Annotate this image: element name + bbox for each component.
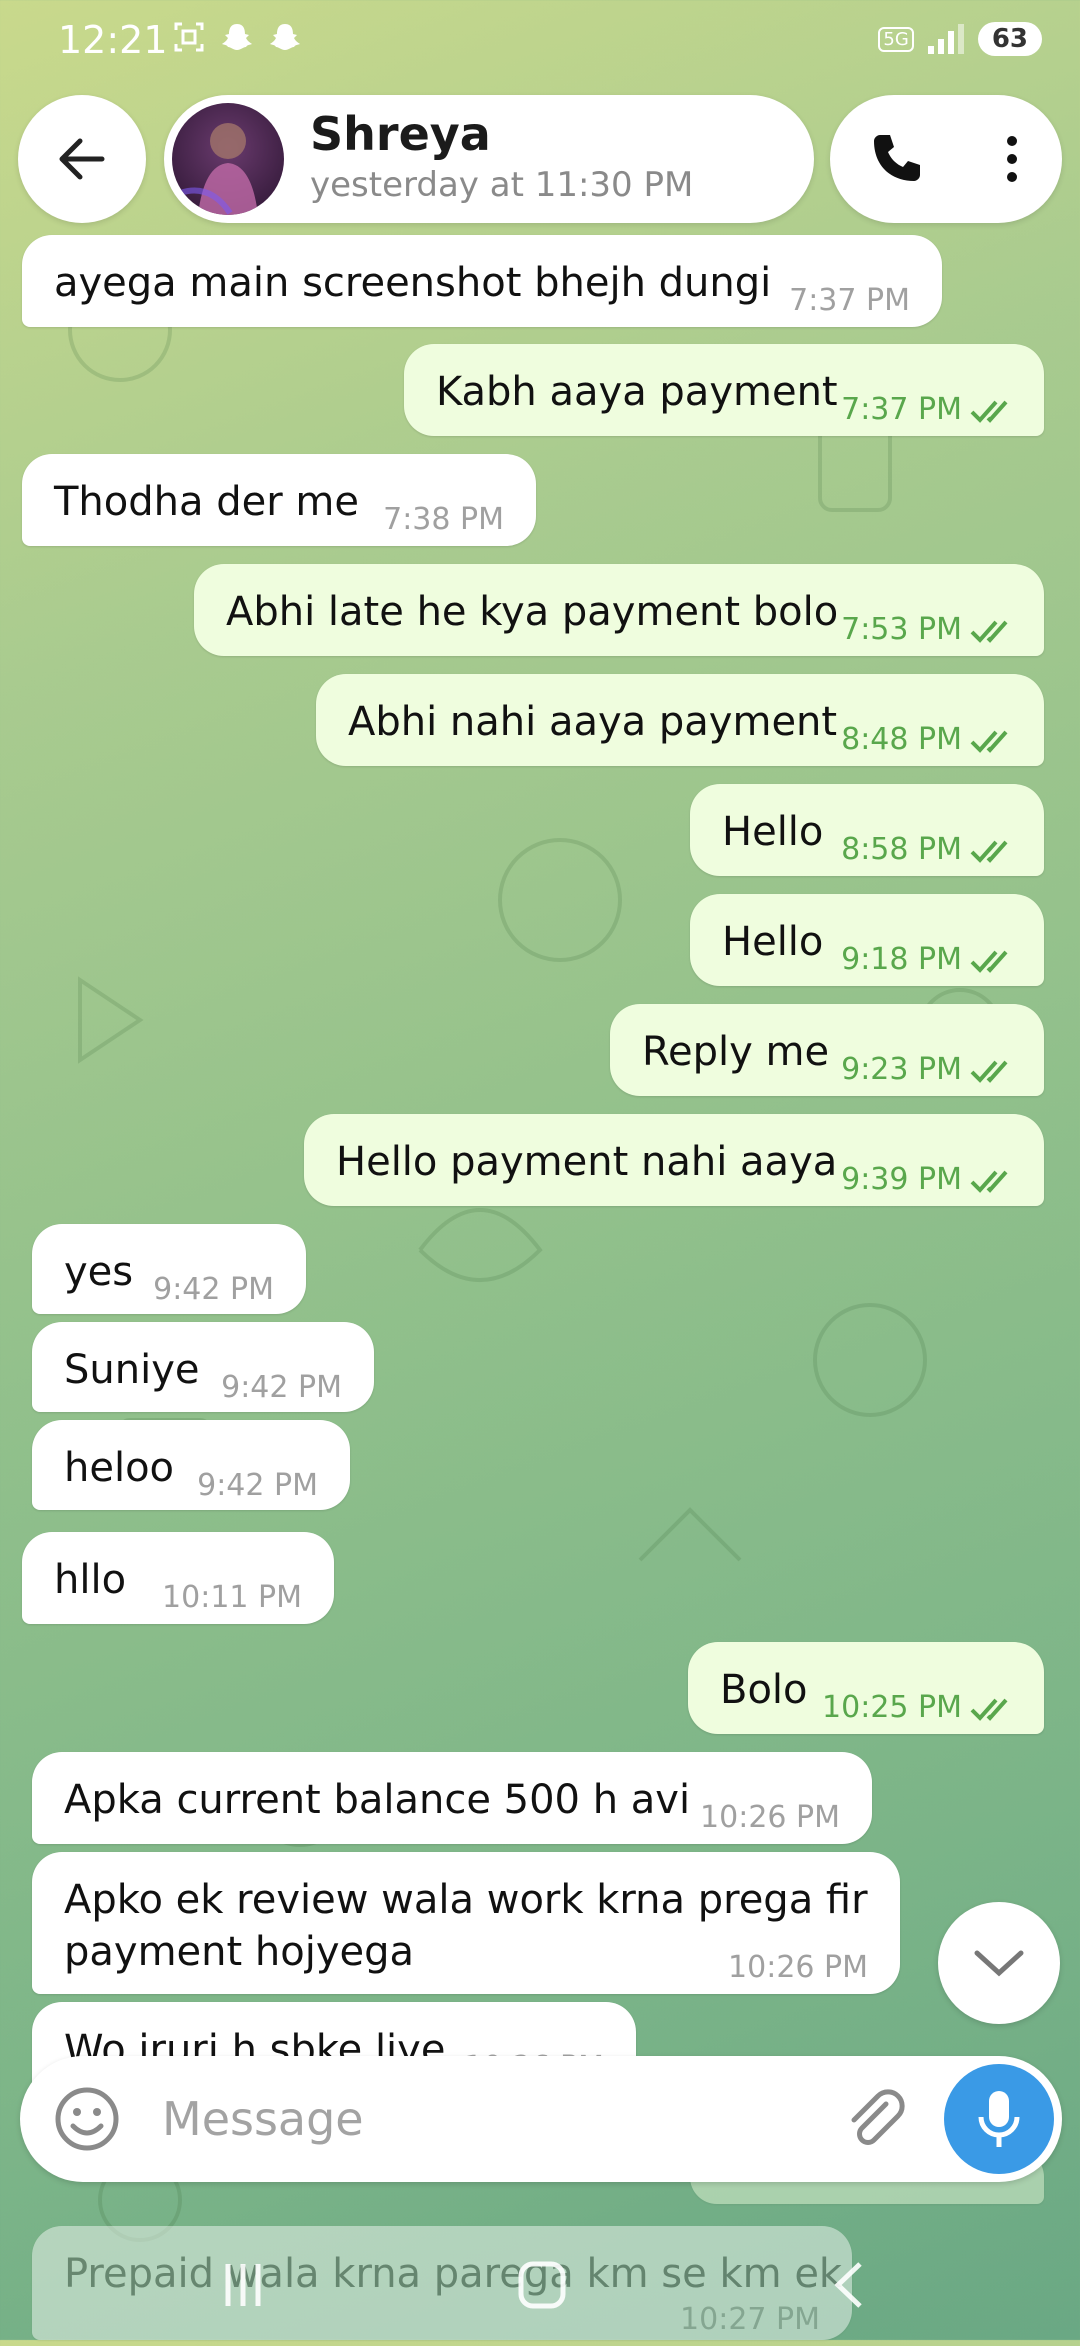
message-text-line-2: payment hojyega [64,1929,415,1975]
message-text: Thodha der me [54,479,359,525]
scroll-down-button[interactable] [938,1902,1060,2024]
message-text: yes [64,1249,134,1295]
message-time: 7:37 PM [841,384,1018,436]
message-time: 7:53 PM [841,604,1018,656]
message-time: 8:48 PM [841,714,1018,766]
chevron-down-icon [974,1950,1024,1977]
message-text: Apko ek review wala work krna prega fir [64,1877,868,1923]
message-time: 9:42 PM [197,1468,318,1503]
message-text: Suniye [64,1347,200,1393]
double-check-icon [970,950,1008,973]
message-time: 9:18 PM [841,934,1018,986]
outgoing-message[interactable]: Hello payment nahi aaya 9:39 PM [304,1114,1044,1206]
message-time: 10:26 PM [728,1950,868,1985]
double-check-icon [970,840,1008,863]
outgoing-message[interactable]: Kabh aaya payment 7:37 PM [404,344,1044,436]
message-text: Apka current balance 500 h avi [64,1777,691,1823]
recent-apps-icon[interactable] [218,2258,268,2312]
message-time: 9:23 PM [841,1044,1018,1096]
back-nav-icon[interactable] [828,2258,868,2312]
incoming-message[interactable]: Apka current balance 500 h avi 10:26 PM [32,1752,872,1844]
message-input[interactable] [160,2078,814,2160]
system-navigation-bar [0,2230,1080,2340]
double-check-icon [970,400,1008,423]
incoming-message[interactable]: ayega main screenshot bhejh dungi 7:37 P… [22,235,942,327]
message-text: ayega main screenshot bhejh dungi [54,260,772,306]
message-time: 10:11 PM [162,1580,302,1615]
incoming-message[interactable]: Thodha der me 7:38 PM [22,454,536,546]
message-text: heloo [64,1445,175,1491]
home-icon[interactable] [516,2258,568,2312]
message-time: 7:38 PM [383,502,504,537]
message-composer [20,2056,1062,2182]
message-text: Reply me [642,1029,830,1075]
paperclip-icon[interactable] [840,2084,910,2154]
message-text: Bolo [720,1667,808,1713]
outgoing-message[interactable]: Hello 8:58 PM [690,784,1044,876]
outgoing-message[interactable]: Bolo 10:25 PM [688,1642,1044,1734]
outgoing-message[interactable]: Reply me 9:23 PM [610,1004,1044,1096]
incoming-message[interactable]: yes 9:42 PM [32,1224,306,1314]
double-check-icon [970,1170,1008,1193]
message-time: 10:25 PM [822,1682,1018,1734]
incoming-message[interactable]: Apko ek review wala work krna prega fir … [32,1852,900,1994]
outgoing-message[interactable]: Abhi nahi aaya payment 8:48 PM [316,674,1044,766]
message-text: Hello [722,919,824,965]
message-text: Abhi late he kya payment bolo [226,589,839,635]
message-text: hllo [54,1557,127,1603]
microphone-icon [978,2091,1020,2147]
double-check-icon [970,1060,1008,1083]
double-check-icon [970,1698,1008,1721]
incoming-message[interactable]: hllo 10:11 PM [22,1532,334,1624]
message-text: Hello [722,809,824,855]
message-time: 9:42 PM [153,1272,274,1307]
message-text: Kabh aaya payment [436,369,838,415]
outgoing-message[interactable]: Abhi late he kya payment bolo 7:53 PM [194,564,1044,656]
double-check-icon [970,620,1008,643]
message-time: 8:58 PM [841,824,1018,876]
message-time: 9:42 PM [221,1370,342,1405]
message-text: Hello payment nahi aaya [336,1139,838,1185]
outgoing-message[interactable]: Hello 9:18 PM [690,894,1044,986]
microphone-button[interactable] [944,2064,1054,2174]
incoming-message[interactable]: Suniye 9:42 PM [32,1322,374,1412]
message-time: 7:37 PM [789,283,910,318]
smiley-icon[interactable] [54,2086,120,2152]
message-time: 10:26 PM [700,1800,840,1835]
message-time: 9:39 PM [841,1154,1018,1206]
message-text: Abhi nahi aaya payment [348,699,838,745]
incoming-message[interactable]: heloo 9:42 PM [32,1420,350,1510]
message-list[interactable]: ayega main screenshot bhejh dungi 7:37 P… [0,0,1080,2340]
double-check-icon [970,730,1008,753]
